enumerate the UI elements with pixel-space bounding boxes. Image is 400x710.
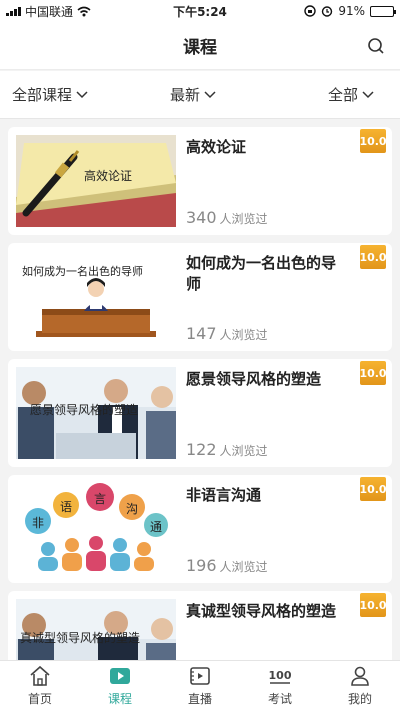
live-icon (190, 667, 210, 685)
profile-icon (351, 666, 369, 686)
status-left: 中国联通 (6, 3, 91, 20)
search-icon[interactable] (366, 36, 386, 56)
course-card[interactable]: 非 语 言 沟 通 非语言沟通 196 人浏览过 10.0 (8, 475, 392, 583)
score-badge: 10.0 (359, 361, 387, 385)
filter-type-label: 全部 (328, 86, 359, 104)
carrier-label: 中国联通 (25, 4, 74, 19)
course-card[interactable]: 愿景领导风格的塑造 愿景领导风格的塑造 122 人浏览过 10.0 (8, 359, 392, 467)
thumbnail-caption-char: 通 (150, 520, 163, 534)
tab-profile[interactable]: 我的 (320, 661, 400, 710)
course-title: 愿景领导风格的塑造 (186, 370, 322, 388)
thumbnail-caption-char: 语 (60, 500, 73, 514)
course-thumbnail[interactable]: 如何成为一名出色的导师 (16, 251, 176, 343)
filter-sort-dropdown[interactable]: 最新 (133, 84, 254, 105)
nav-bar: 课程 (0, 22, 400, 70)
course-info: 真诚型领导风格的塑造 (176, 599, 384, 660)
course-info: 非语言沟通 196 人浏览过 (176, 483, 384, 575)
course-title: 非语言沟通 (186, 486, 262, 504)
view-count: 122 人浏览过 (186, 440, 268, 459)
course-thumbnail[interactable]: 愿景领导风格的塑造 (16, 367, 176, 459)
filter-category-dropdown[interactable]: 全部课程 (0, 84, 133, 105)
thumbnail-caption: 高效论证 (84, 169, 133, 183)
tab-live[interactable]: 直播 (160, 661, 240, 710)
filter-bar: 全部课程 最新 全部 (0, 71, 400, 119)
thumbnail-caption: 如何成为一名出色的导师 (22, 265, 143, 278)
view-count: 147 人浏览过 (186, 324, 268, 343)
course-thumbnail[interactable]: 真诚型领导风格的塑造 (16, 599, 176, 660)
view-count: 196 人浏览过 (186, 556, 268, 575)
lock-rotation-icon (304, 5, 317, 17)
chevron-down-icon (362, 90, 374, 98)
page-title: 课程 (183, 38, 217, 58)
bottom-tab-bar: 首页 课程 直播 100 考试 我的 (0, 660, 400, 710)
score-badge: 10.0 (359, 593, 387, 617)
score-badge: 10.0 (359, 477, 387, 501)
course-title: 高效论证 (186, 138, 247, 156)
course-info: 愿景领导风格的塑造 122 人浏览过 (176, 367, 384, 459)
course-card[interactable]: 如何成为一名出色的导师 如何成为一名出色的导师 147 人浏览过 10.0 (8, 243, 392, 351)
course-list: 高效论证 高效论证 340 人浏览过 10.0 如何成为一名出色的导师 如何成为… (8, 127, 392, 660)
thumbnail-caption-char: 沟 (126, 502, 139, 516)
thumbnail-caption-char: 非 (32, 516, 45, 530)
play-icon (110, 668, 130, 684)
exam-100-icon: 100 (269, 669, 292, 684)
battery-icon (370, 5, 396, 17)
view-count-number: 340 (186, 208, 217, 227)
chevron-down-icon (76, 90, 88, 98)
view-count-number: 147 (186, 324, 217, 343)
course-thumbnail[interactable]: 高效论证 (16, 135, 176, 227)
view-count-number: 196 (186, 556, 217, 575)
filter-sort-label: 最新 (170, 86, 201, 104)
alarm-icon (322, 6, 333, 17)
status-right: 91% (304, 4, 396, 18)
view-count-label: 人浏览过 (219, 444, 268, 458)
status-bar: 中国联通 下午5:24 91% (0, 0, 400, 22)
thumbnail-caption-char: 言 (94, 492, 107, 506)
tab-home-label: 首页 (27, 692, 52, 706)
score-badge: 10.0 (359, 129, 387, 153)
tab-profile-label: 我的 (347, 692, 372, 706)
tab-exam[interactable]: 100 考试 (240, 661, 320, 710)
tab-live-label: 直播 (187, 692, 212, 706)
home-icon (30, 665, 50, 686)
course-thumbnail[interactable]: 非 语 言 沟 通 (16, 483, 176, 575)
course-card[interactable]: 高效论证 高效论证 340 人浏览过 10.0 (8, 127, 392, 235)
course-title: 真诚型领导风格的塑造 (186, 602, 337, 620)
view-count-label: 人浏览过 (219, 212, 268, 226)
signal-icon (6, 6, 21, 16)
tab-exam-label: 考试 (267, 692, 292, 706)
wifi-icon (77, 6, 91, 16)
filter-type-dropdown[interactable]: 全部 (253, 84, 400, 105)
view-count-number: 122 (186, 440, 217, 459)
view-count-label: 人浏览过 (219, 328, 268, 342)
battery-percent: 91% (338, 4, 365, 18)
chevron-down-icon (204, 90, 216, 98)
view-count: 340 人浏览过 (186, 208, 268, 227)
tab-courses-label: 课程 (107, 692, 132, 706)
course-card[interactable]: 真诚型领导风格的塑造 真诚型领导风格的塑造 10.0 (8, 591, 392, 660)
score-badge: 10.0 (359, 245, 387, 269)
course-info: 高效论证 340 人浏览过 (176, 135, 384, 227)
thumbnail-caption: 真诚型领导风格的塑造 (20, 631, 141, 645)
tab-home[interactable]: 首页 (0, 661, 80, 710)
filter-category-label: 全部课程 (12, 86, 73, 104)
course-info: 如何成为一名出色的导师 147 人浏览过 (176, 251, 384, 343)
exam-icon-text: 100 (269, 669, 292, 682)
tab-courses[interactable]: 课程 (80, 661, 160, 710)
thumbnail-caption: 愿景领导风格的塑造 (30, 403, 139, 417)
view-count-label: 人浏览过 (219, 560, 268, 574)
course-title: 如何成为一名出色的导师 (186, 254, 337, 293)
